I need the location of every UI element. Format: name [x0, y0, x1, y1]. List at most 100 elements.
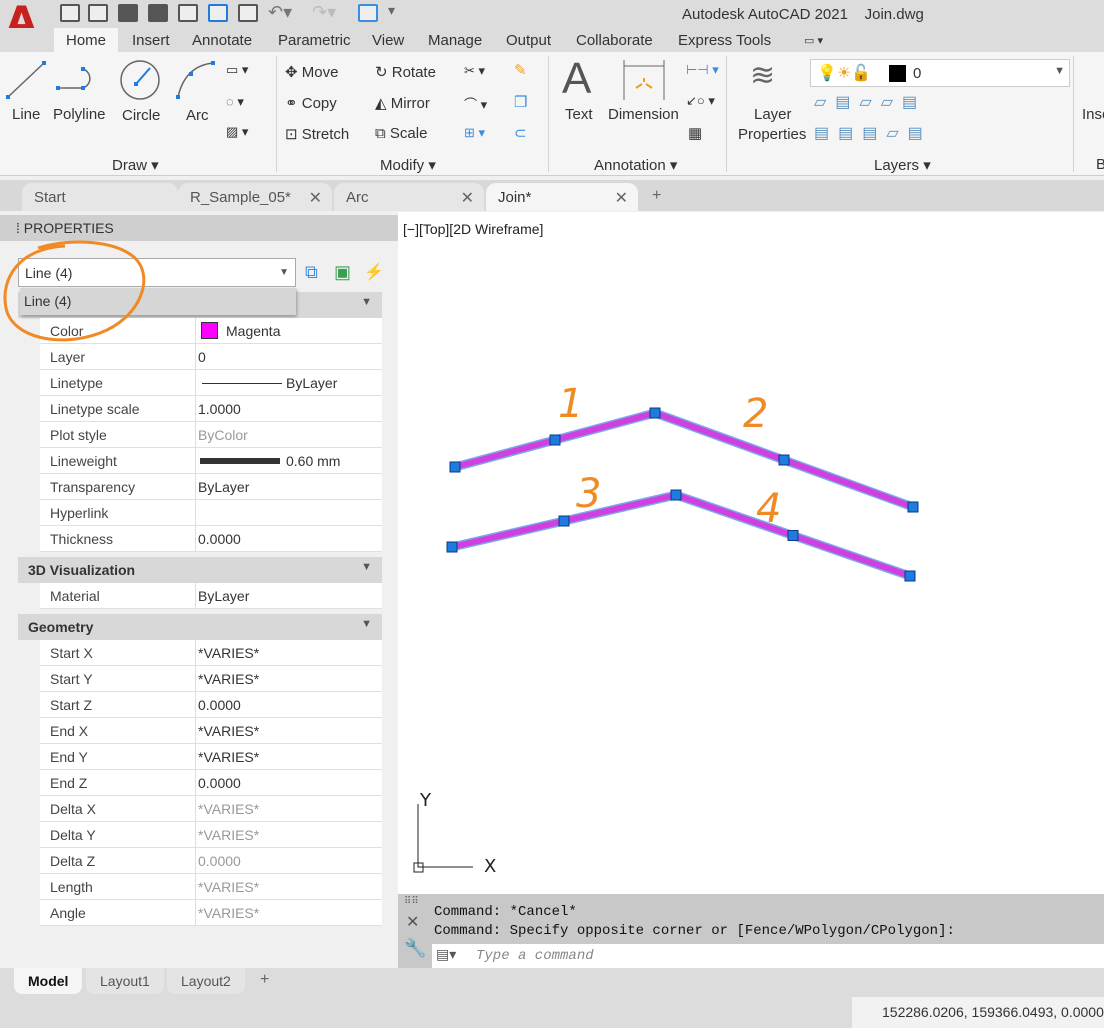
- save-as-icon[interactable]: [148, 4, 168, 22]
- property-value[interactable]: *VARIES*: [198, 905, 259, 921]
- plot-icon[interactable]: [238, 4, 258, 22]
- open-from-web-icon[interactable]: [178, 4, 198, 22]
- property-row[interactable]: Delta Z 0.0000: [40, 848, 382, 874]
- customize-qat-icon[interactable]: ▾: [388, 2, 395, 19]
- grip[interactable]: [670, 489, 682, 501]
- text-button[interactable]: Text: [565, 106, 593, 123]
- tab-insert[interactable]: Insert: [132, 32, 170, 49]
- table-icon[interactable]: ▦: [688, 124, 702, 142]
- layer-dropdown[interactable]: 💡☀🔓 0 ▼: [810, 59, 1070, 87]
- property-row[interactable]: Delta X *VARIES*: [40, 796, 382, 822]
- layers-panel-label[interactable]: Layers ▾: [874, 156, 931, 174]
- redo-icon[interactable]: ↷▾: [312, 2, 336, 23]
- mirror-button[interactable]: ◭ Mirror: [375, 94, 430, 112]
- grip[interactable]: [449, 461, 461, 473]
- open-icon[interactable]: [88, 4, 108, 22]
- annotation-panel-label[interactable]: Annotation ▾: [594, 156, 677, 174]
- selection-dropdown[interactable]: Line (4) ▼: [18, 258, 296, 287]
- property-row[interactable]: Layer 0: [40, 344, 382, 370]
- property-value[interactable]: 0.0000: [198, 697, 241, 713]
- ellipse-icon[interactable]: ◌ ▾: [226, 94, 244, 110]
- grip[interactable]: [446, 541, 458, 553]
- property-value[interactable]: *VARIES*: [198, 671, 259, 687]
- stretch-button[interactable]: ⊡ Stretch: [285, 125, 349, 143]
- property-row[interactable]: End Z 0.0000: [40, 770, 382, 796]
- property-row[interactable]: Angle *VARIES*: [40, 900, 382, 926]
- doc-tab-arc[interactable]: Arc ✕: [334, 183, 484, 211]
- tab-manage[interactable]: Manage: [428, 32, 482, 49]
- property-value[interactable]: *VARIES*: [198, 749, 259, 765]
- property-value[interactable]: ByColor: [198, 427, 248, 443]
- quick-select-icon[interactable]: ⚡: [364, 262, 384, 282]
- dimension-button[interactable]: Dimension: [608, 106, 679, 123]
- tab-view[interactable]: View: [372, 32, 404, 49]
- scale-button[interactable]: ⧉ Scale: [375, 125, 427, 142]
- layer-properties-button[interactable]: Layer: [754, 106, 792, 123]
- add-layout-button[interactable]: +: [260, 971, 269, 989]
- tab-home[interactable]: Home: [54, 28, 119, 52]
- new-icon[interactable]: [60, 4, 80, 22]
- property-row[interactable]: Material ByLayer: [40, 583, 382, 609]
- property-value[interactable]: 0.0000: [198, 775, 241, 791]
- drawing-canvas[interactable]: [−][Top][2D Wireframe] 1234XY: [398, 212, 1104, 894]
- property-row[interactable]: Length *VARIES*: [40, 874, 382, 900]
- doc-tab-join[interactable]: Join* ✕: [486, 183, 638, 211]
- property-value[interactable]: ByLayer: [198, 588, 249, 604]
- fillet-icon[interactable]: ⌒ ▾: [464, 94, 487, 113]
- property-value[interactable]: *VARIES*: [198, 645, 259, 661]
- command-input[interactable]: ▤▾ Type a command: [432, 944, 1104, 969]
- grip[interactable]: [549, 434, 561, 446]
- grip[interactable]: [787, 530, 799, 541]
- trim-icon[interactable]: ✂ ▾: [464, 63, 485, 79]
- tab-layout1[interactable]: Layout1: [86, 968, 164, 994]
- explode-icon[interactable]: ❒: [514, 93, 527, 111]
- ribbon-minimize-icon[interactable]: ▭ ▾: [804, 34, 823, 47]
- linear-dim-icon[interactable]: ⊢⊣ ▾: [686, 62, 719, 78]
- erase-icon[interactable]: ✎: [514, 61, 527, 79]
- tab-parametric[interactable]: Parametric: [278, 32, 351, 49]
- close-icon[interactable]: ✕: [461, 188, 474, 208]
- rotate-button[interactable]: ↻ Rotate: [375, 63, 436, 81]
- array-icon[interactable]: ⊞ ▾: [464, 125, 485, 141]
- draw-panel-label[interactable]: Draw ▾: [112, 156, 159, 174]
- property-value[interactable]: 0.0000: [198, 531, 241, 547]
- property-value[interactable]: *VARIES*: [198, 879, 259, 895]
- property-value[interactable]: 0.0000: [198, 853, 241, 869]
- property-row[interactable]: Color Magenta: [40, 318, 382, 344]
- grip[interactable]: [778, 454, 790, 466]
- tab-express-tools[interactable]: Express Tools: [678, 32, 771, 49]
- tab-model[interactable]: Model: [14, 968, 83, 994]
- grip[interactable]: [649, 407, 661, 419]
- property-row[interactable]: Hyperlink: [40, 500, 382, 526]
- property-value[interactable]: Magenta: [226, 323, 280, 339]
- property-value[interactable]: 0: [198, 349, 206, 365]
- block-panel-label[interactable]: B: [1096, 156, 1104, 173]
- layer-tools-row1-icon[interactable]: ▱▤▱▱▤: [814, 92, 926, 112]
- property-row[interactable]: Linetype ByLayer: [40, 370, 382, 396]
- grip[interactable]: [907, 501, 919, 513]
- section-3d-visualization[interactable]: 3D Visualization ▼: [18, 557, 382, 583]
- property-value[interactable]: *VARIES*: [198, 827, 259, 843]
- doc-tab-start[interactable]: Start: [22, 183, 178, 211]
- property-row[interactable]: Start Z 0.0000: [40, 692, 382, 718]
- property-row[interactable]: Lineweight 0.60 mm: [40, 448, 382, 474]
- coordinates-readout[interactable]: 152286.0206, 159366.0493, 0.0000: [852, 997, 1104, 1028]
- property-row[interactable]: Linetype scale 1.0000: [40, 396, 382, 422]
- property-value[interactable]: 0.60 mm: [286, 453, 340, 469]
- property-row[interactable]: Start X *VARIES*: [40, 640, 382, 666]
- wrench-icon[interactable]: 🔧: [404, 938, 426, 959]
- save-icon[interactable]: [118, 4, 138, 22]
- section-geometry[interactable]: Geometry ▼: [18, 614, 382, 640]
- property-row[interactable]: Delta Y *VARIES*: [40, 822, 382, 848]
- tab-collaborate[interactable]: Collaborate: [576, 32, 653, 49]
- polyline-button[interactable]: Polyline: [53, 106, 106, 123]
- tab-layout2[interactable]: Layout2: [167, 968, 245, 994]
- insert-button[interactable]: Inse: [1082, 106, 1104, 123]
- close-icon[interactable]: ✕: [615, 188, 628, 208]
- hatch-icon[interactable]: ▨ ▾: [226, 124, 248, 140]
- property-row[interactable]: Plot style ByColor: [40, 422, 382, 448]
- save-to-web-icon[interactable]: [208, 4, 228, 22]
- circle-button[interactable]: Circle: [122, 107, 160, 124]
- property-row[interactable]: Thickness 0.0000: [40, 526, 382, 552]
- tab-output[interactable]: Output: [506, 32, 551, 49]
